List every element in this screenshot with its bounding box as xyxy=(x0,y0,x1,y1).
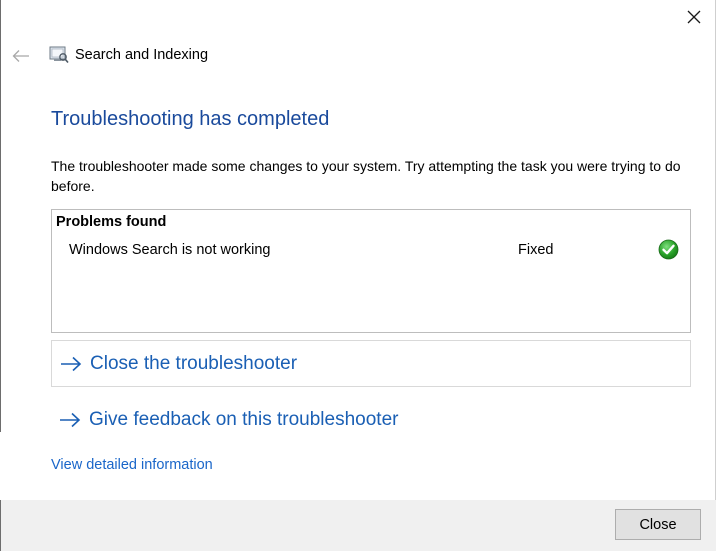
page-title: Troubleshooting has completed xyxy=(51,108,330,130)
close-button[interactable]: Close xyxy=(615,509,701,540)
close-icon[interactable] xyxy=(677,0,711,34)
give-feedback-link[interactable]: Give feedback on this troubleshooter xyxy=(51,396,691,443)
check-icon xyxy=(658,239,679,260)
view-detailed-information-link[interactable]: View detailed information xyxy=(51,457,213,473)
window-edge xyxy=(0,432,3,500)
troubleshooter-window: Search and Indexing Troubleshooting has … xyxy=(0,0,716,551)
app-title: Search and Indexing xyxy=(75,47,209,63)
problems-found-panel: Problems found Windows Search is not wor… xyxy=(51,209,691,333)
search-indexing-icon xyxy=(49,46,69,64)
problems-header: Problems found xyxy=(56,214,167,230)
give-feedback-label: Give feedback on this troubleshooter xyxy=(89,408,399,430)
close-troubleshooter-label: Close the troubleshooter xyxy=(90,352,298,374)
back-arrow-icon[interactable] xyxy=(11,46,31,66)
arrow-right-icon xyxy=(59,412,81,428)
footer-bar xyxy=(1,500,716,551)
arrow-right-icon xyxy=(60,356,82,372)
problem-status: Fixed xyxy=(518,242,554,258)
close-troubleshooter-link[interactable]: Close the troubleshooter xyxy=(51,340,691,387)
description-text: The troubleshooter made some changes to … xyxy=(51,158,681,194)
problem-name: Windows Search is not working xyxy=(69,242,271,258)
